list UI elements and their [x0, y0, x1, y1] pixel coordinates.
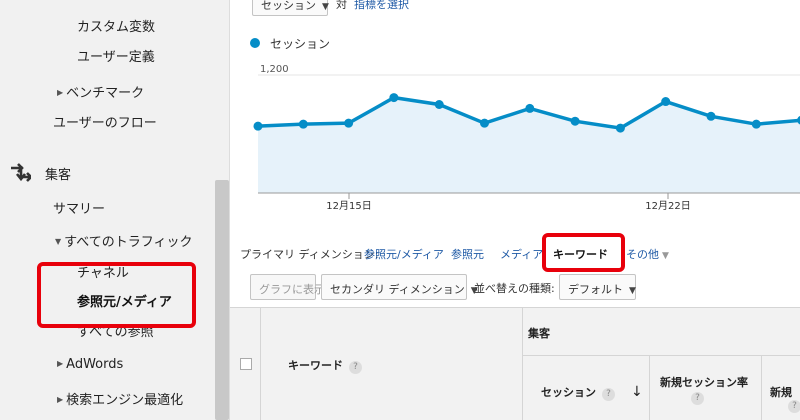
sidebar-item-user-defined[interactable]: ユーザー定義 — [77, 46, 155, 65]
expand-arrow-icon: ▶ — [57, 395, 64, 404]
secondary-dimension-select[interactable]: セカンダリ ディメンション ▼ — [321, 274, 478, 300]
sidebar-item-label: AdWords — [66, 357, 124, 372]
data-point[interactable] — [570, 116, 580, 126]
expand-arrow-icon: ▶ — [57, 88, 64, 97]
divider — [522, 355, 800, 356]
expand-arrow-icon: ▶ — [57, 359, 64, 368]
sidebar-item-users-flow[interactable]: ユーザーのフロー — [53, 112, 157, 131]
data-point[interactable] — [525, 103, 535, 113]
data-point[interactable] — [298, 119, 308, 129]
chevron-down-icon: ▼ — [662, 251, 669, 261]
data-point[interactable] — [661, 97, 671, 107]
help-icon[interactable]: ? — [602, 388, 615, 401]
column-header-label: セッション — [541, 386, 596, 399]
sidebar-item-label: すべてのトラフィック — [64, 235, 193, 250]
sidebar-item-label: ベンチマーク — [66, 86, 145, 101]
sort-descending-icon: ↓ — [631, 384, 643, 400]
sidebar-item-seo[interactable]: ▶ 検索エンジン最適化 — [57, 389, 183, 408]
sort-type-label: 並べ替えの種類: — [474, 282, 555, 295]
primary-dimension-label: プライマリ ディメンション: — [240, 248, 379, 261]
new-sessions-rate-column-header[interactable]: 新規セッション率 — [660, 374, 748, 390]
sidebar-section-acquisition[interactable]: 集客 — [45, 164, 71, 183]
sidebar-item-custom-variables[interactable]: カスタム変数 — [77, 16, 155, 35]
divider — [649, 355, 650, 420]
help-icon[interactable]: ? — [788, 400, 800, 413]
sidebar-item-overview[interactable]: サマリー — [53, 198, 105, 217]
acquisition-group-header: 集客 — [528, 327, 550, 340]
data-point[interactable] — [253, 121, 263, 131]
data-point[interactable] — [751, 119, 761, 129]
column-header-label: キーワード — [288, 359, 343, 372]
sidebar-item-label: 検索エンジン最適化 — [66, 393, 184, 408]
dimension-source[interactable]: 参照元 — [451, 246, 484, 262]
sidebar: カスタム変数 ユーザー定義 ▶ ベンチマーク ユーザーのフロー 集客 サマリー ▼… — [0, 0, 230, 420]
sort-type-value: デフォルト — [568, 283, 623, 296]
column-header-label: 新規 — [770, 386, 792, 399]
dimension-other[interactable]: その他 ▼ — [626, 246, 669, 262]
sessions-column-header[interactable]: セッション? ↓ — [541, 384, 643, 401]
data-point[interactable] — [706, 111, 716, 121]
sessions-line-chart: 1,200 600 12月15日 12月22日 — [253, 64, 800, 212]
acquisition-icon — [9, 160, 33, 184]
sort-type-select[interactable]: デフォルト ▼ — [559, 274, 636, 300]
data-point[interactable] — [434, 100, 444, 109]
highlight-box — [37, 262, 196, 328]
data-point[interactable] — [615, 123, 625, 133]
sidebar-item-label: 集客 — [45, 168, 72, 183]
dimension-source-medium[interactable]: 参照元/メディア — [364, 246, 444, 262]
dimension-other-label: その他 — [626, 248, 659, 261]
help-icon[interactable]: ? — [349, 361, 362, 374]
y-tick-label: 1,200 — [260, 64, 289, 75]
sidebar-scrollbar[interactable] — [215, 180, 229, 420]
sidebar-item-adwords[interactable]: ▶ AdWords — [57, 357, 123, 372]
keyword-column-header[interactable]: キーワード? — [288, 357, 362, 374]
divider — [522, 308, 523, 420]
sidebar-item-label: カスタム変数 — [77, 20, 156, 35]
data-point[interactable] — [480, 118, 489, 128]
sidebar-item-label: サマリー — [53, 202, 106, 217]
x-tick-label: 12月22日 — [645, 200, 690, 212]
chevron-down-icon: ▼ — [629, 286, 636, 296]
column-header-label: 新規セッション率 — [660, 376, 748, 389]
new-users-column-header[interactable]: 新規 — [770, 384, 792, 400]
divider — [761, 355, 762, 420]
sidebar-item-all-traffic[interactable]: ▼ すべてのトラフィック — [55, 231, 192, 250]
main-content: セッション▼ 対 指標を選択 セッション 1,200 600 12月15日 12… — [230, 0, 800, 420]
divider — [260, 308, 261, 420]
secondary-dimension-label: セカンダリ ディメンション — [330, 283, 465, 296]
help-icon[interactable]: ? — [691, 392, 704, 405]
table-header: キーワード? 集客 セッション? ↓ 新規セッション率 ? 新規 ? — [230, 307, 800, 420]
select-all-checkbox[interactable] — [240, 358, 252, 370]
data-point[interactable] — [344, 118, 354, 128]
highlight-box — [542, 233, 625, 272]
x-tick-label: 12月15日 — [326, 200, 371, 212]
plot-rows-button[interactable]: グラフに表示 — [250, 274, 325, 300]
data-point[interactable] — [389, 93, 399, 103]
sidebar-item-label: ユーザーのフロー — [53, 116, 157, 131]
collapse-arrow-icon: ▼ — [55, 237, 62, 246]
sidebar-item-label: ユーザー定義 — [77, 50, 155, 65]
dimension-medium[interactable]: メディア — [500, 246, 543, 262]
sidebar-item-benchmark[interactable]: ▶ ベンチマーク — [57, 82, 144, 101]
